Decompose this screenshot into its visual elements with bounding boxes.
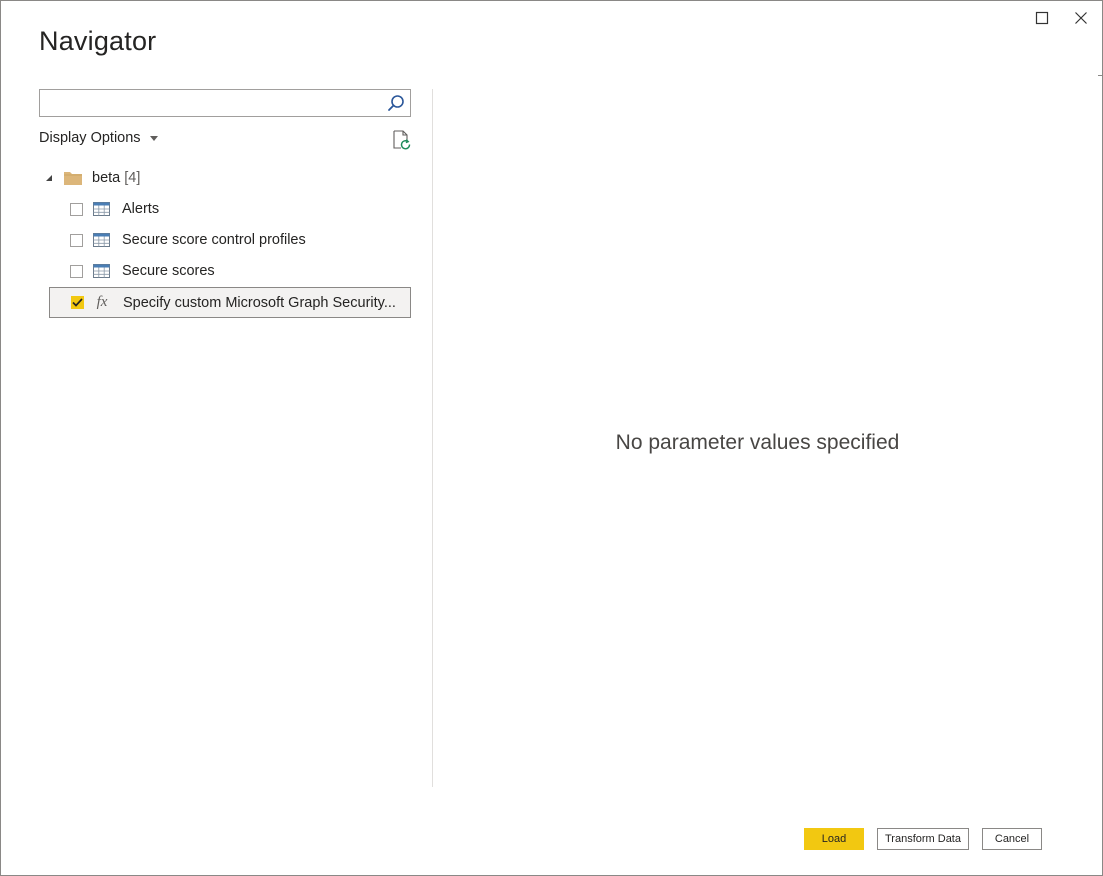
checkmark-icon <box>72 298 83 307</box>
folder-icon <box>64 172 82 185</box>
item-checkbox[interactable] <box>70 264 83 278</box>
preview-empty-message: No parameter values specified <box>615 431 900 454</box>
list-item-label: Specify custom Microsoft Graph Security.… <box>123 294 396 311</box>
item-checkbox[interactable] <box>70 233 83 247</box>
list-item-label: Secure scores <box>122 263 215 279</box>
chevron-down-icon <box>149 135 158 141</box>
close-icon <box>1075 12 1087 24</box>
dialog-title: Navigator <box>39 26 157 56</box>
table-icon <box>92 232 110 248</box>
list-item[interactable]: Alerts <box>49 194 411 224</box>
function-icon: fx <box>96 294 108 310</box>
item-checkbox[interactable] <box>70 202 83 216</box>
window-edge-mark <box>1098 75 1102 76</box>
display-options-dropdown[interactable]: Display Options <box>39 130 158 146</box>
search-field[interactable] <box>39 89 411 117</box>
maximize-icon <box>1035 11 1049 25</box>
table-icon <box>92 263 110 279</box>
navigator-dialog: Navigator Display Options beta [4] Alert… <box>0 0 1103 876</box>
maximize-button[interactable] <box>1029 7 1055 29</box>
list-item-label: Secure score control profiles <box>122 232 306 248</box>
table-icon <box>92 201 110 217</box>
display-options-label: Display Options <box>39 130 141 146</box>
search-input[interactable] <box>44 93 384 115</box>
cancel-button[interactable]: Cancel <box>982 828 1042 850</box>
expand-collapse-icon[interactable] <box>45 174 55 182</box>
refresh-icon[interactable] <box>390 129 412 151</box>
item-checkbox-checked[interactable] <box>71 296 84 309</box>
folder-count: [4] <box>124 170 141 186</box>
list-item-label: Alerts <box>122 201 160 217</box>
search-icon[interactable] <box>385 93 407 113</box>
load-button[interactable]: Load <box>804 828 864 850</box>
close-button[interactable] <box>1068 7 1094 29</box>
list-item[interactable]: Secure score control profiles <box>49 225 411 255</box>
folder-name: beta <box>92 170 121 186</box>
list-item-selected[interactable]: fx Specify custom Microsoft Graph Securi… <box>49 287 411 318</box>
list-item[interactable]: Secure scores <box>49 256 411 286</box>
tree-folder-beta[interactable]: beta [4] <box>45 167 140 189</box>
transform-data-button[interactable]: Transform Data <box>877 828 969 850</box>
